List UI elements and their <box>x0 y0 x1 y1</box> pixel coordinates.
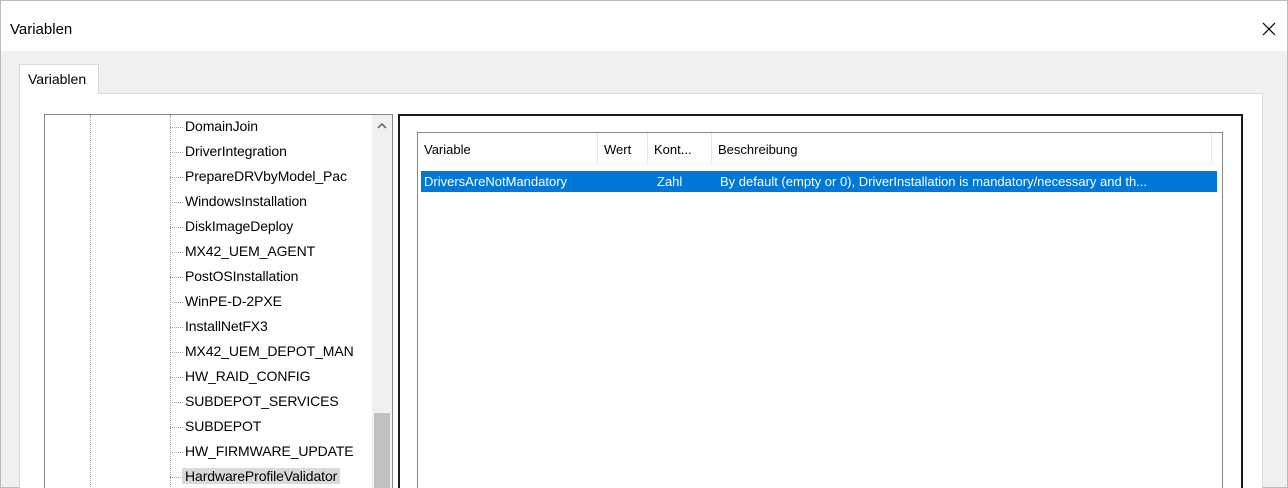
tree-item-label: SUBDEPOT_SERVICES <box>185 393 339 409</box>
chevron-up-icon <box>377 123 387 129</box>
tree-connector <box>170 377 183 378</box>
variables-panel: Variable Wert Kont... Beschreibung Drive… <box>398 114 1243 488</box>
column-header-beschreibung[interactable]: Beschreibung <box>712 133 1212 163</box>
tree-item-hw-firmware-update[interactable]: HW_FIRMWARE_UPDATE <box>170 440 375 465</box>
tree-item-label: HardwareProfileValidator <box>182 468 341 484</box>
tree-item-label: DiskImageDeploy <box>185 218 294 234</box>
column-header-wert[interactable]: Wert <box>598 133 648 163</box>
tree-item-postosinstallation[interactable]: PostOSInstallation <box>170 265 375 290</box>
tree-connector <box>170 302 183 303</box>
column-header-label: Variable <box>424 142 471 157</box>
column-header-label: Beschreibung <box>718 142 798 157</box>
tree-item-mx42-uem-agent[interactable]: MX42_UEM_AGENT <box>170 240 375 265</box>
tree-item-domainjoin[interactable]: DomainJoin <box>170 115 375 140</box>
tree-item-hw-raid-config[interactable]: HW_RAID_CONFIG <box>170 365 375 390</box>
window-title: Variablen <box>10 21 73 38</box>
tree-connector <box>170 402 183 403</box>
cell-beschreibung: By default (empty or 0), DriverInstallat… <box>720 174 1148 189</box>
column-header-variable[interactable]: Variable <box>418 133 598 163</box>
tree-connector <box>170 327 183 328</box>
tree-item-hardwareprofilevalidator[interactable]: HardwareProfileValidator <box>170 465 375 488</box>
column-header-kont[interactable]: Kont... <box>648 133 712 163</box>
tree-connector <box>170 202 183 203</box>
tab-variablen[interactable]: Variablen <box>19 64 99 94</box>
tree-item-subdepot[interactable]: SUBDEPOT <box>170 415 375 440</box>
list-header: Variable Wert Kont... Beschreibung <box>418 133 1222 163</box>
tree-item-label: PostOSInstallation <box>185 268 299 284</box>
tree-connector <box>170 152 183 153</box>
tree-connector <box>170 127 183 128</box>
scrollbar-thumb[interactable] <box>374 413 390 488</box>
variables-list[interactable]: Variable Wert Kont... Beschreibung Drive… <box>417 132 1223 488</box>
close-icon <box>1262 22 1276 36</box>
tree-connector <box>170 452 183 453</box>
tree-item-label: MX42_UEM_AGENT <box>185 243 316 259</box>
tree-item-windowsinstallation[interactable]: WindowsInstallation <box>170 190 375 215</box>
tree-item-label: InstallNetFX3 <box>185 318 268 334</box>
column-header-label: Kont... <box>654 142 692 157</box>
tree-connector <box>170 277 183 278</box>
tree-item-installnetfx3[interactable]: InstallNetFX3 <box>170 315 375 340</box>
tree-connector <box>170 227 183 228</box>
tree-item-driverintegration[interactable]: DriverIntegration <box>170 140 375 165</box>
tree-item-label: DriverIntegration <box>185 143 287 159</box>
tree-item-label: PrepareDRVbyModel_Pac <box>185 168 347 184</box>
tree-item-winpe-d-2pxe[interactable]: WinPE-D-2PXE <box>170 290 375 315</box>
table-row[interactable]: DriversAreNotMandatory Zahl By default (… <box>421 171 1217 192</box>
tree-connector <box>170 252 183 253</box>
tree-item-label: SUBDEPOT <box>185 418 262 434</box>
cell-variable: DriversAreNotMandatory <box>424 174 568 189</box>
cell-kont: Zahl <box>657 174 683 189</box>
tab-label: Variablen <box>28 71 87 87</box>
variablen-dialog: Variablen Variablen DomainJoin DriverInt… <box>0 0 1288 488</box>
column-header-label: Wert <box>604 142 632 157</box>
tree-item-diskimagedeploy[interactable]: DiskImageDeploy <box>170 215 375 240</box>
tree-item-label: DomainJoin <box>185 118 258 134</box>
tree-item-preparedrvbymodel[interactable]: PrepareDRVbyModel_Pac <box>170 165 375 190</box>
tree-connector <box>170 427 183 428</box>
tree-connector <box>170 352 183 353</box>
tree-item-label: WinPE-D-2PXE <box>185 293 282 309</box>
scroll-up-button[interactable] <box>372 117 392 135</box>
tree-connector <box>170 177 183 178</box>
tree-item-label: HW_FIRMWARE_UPDATE <box>185 443 354 459</box>
title-bar: Variablen <box>1 1 1287 51</box>
tree-vertical-scrollbar[interactable] <box>372 115 392 488</box>
tree-item-label: MX42_UEM_DEPOT_MAN <box>185 343 354 359</box>
tree-item-subdepot-services[interactable]: SUBDEPOT_SERVICES <box>170 390 375 415</box>
tree-item-label: WindowsInstallation <box>185 193 307 209</box>
task-tree[interactable]: DomainJoin DriverIntegration PrepareDRVb… <box>44 114 393 488</box>
close-button[interactable] <box>1251 11 1287 47</box>
tree-guide-line <box>90 115 91 488</box>
tree-item-label: HW_RAID_CONFIG <box>185 368 311 384</box>
tree-item-mx42-uem-depot-man[interactable]: MX42_UEM_DEPOT_MAN <box>170 340 375 365</box>
